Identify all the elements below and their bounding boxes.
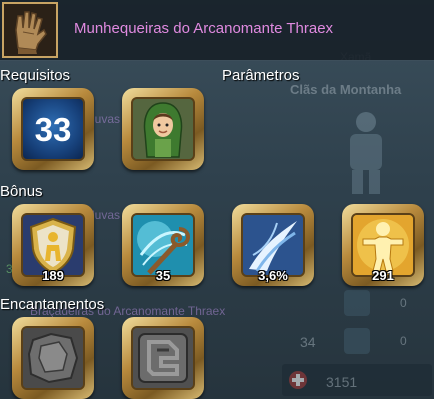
level-requirement-badge: 33 xyxy=(21,97,85,161)
bonus-label: Bônus xyxy=(0,183,43,200)
requirements-label: Requisitos xyxy=(0,67,71,84)
bonus-slot[interactable]: 35 xyxy=(122,204,204,286)
enchantment-slot[interactable] xyxy=(122,317,204,399)
class-requirement-badge xyxy=(131,97,195,161)
bonus-slot[interactable]: 3,6% xyxy=(232,204,314,286)
spiral-staff-icon xyxy=(133,215,193,275)
required-level: 33 xyxy=(34,111,72,148)
item-thumbnail xyxy=(2,2,58,58)
tooltip-header: Munhequeiras do Arcanomante Thraex xyxy=(0,0,434,61)
enchantment-icon-frame xyxy=(131,326,195,390)
bonus-value: 189 xyxy=(42,268,64,283)
golden-figure-icon xyxy=(353,215,413,275)
stone-rune-empty-icon xyxy=(23,328,83,388)
enchantment-icon-frame xyxy=(21,326,85,390)
enchantments-label: Encantamentos xyxy=(0,296,105,313)
item-name: Munhequeiras do Arcanomante Thraex xyxy=(74,20,334,37)
shield-defense-icon xyxy=(23,215,83,275)
blue-swoosh-icon xyxy=(243,215,303,275)
level-requirement-slot: 33 xyxy=(12,88,94,170)
bonus-slot[interactable]: 291 xyxy=(342,204,424,286)
bonus-slot[interactable]: 189 xyxy=(12,204,94,286)
hooded-ranger-icon xyxy=(133,99,193,159)
bonus-value: 291 xyxy=(372,268,394,283)
bonus-value: 35 xyxy=(155,268,171,283)
class-requirement-slot xyxy=(122,88,204,170)
glove-icon xyxy=(4,4,56,56)
stone-rune-carved-icon xyxy=(133,328,193,388)
bonus-value: 3,6% xyxy=(258,268,288,283)
parameters-label: Parâmetros xyxy=(222,67,300,84)
item-tooltip: Munhequeiras do Arcanomante Thraex Requi… xyxy=(0,0,434,399)
enchantment-slot[interactable] xyxy=(12,317,94,399)
